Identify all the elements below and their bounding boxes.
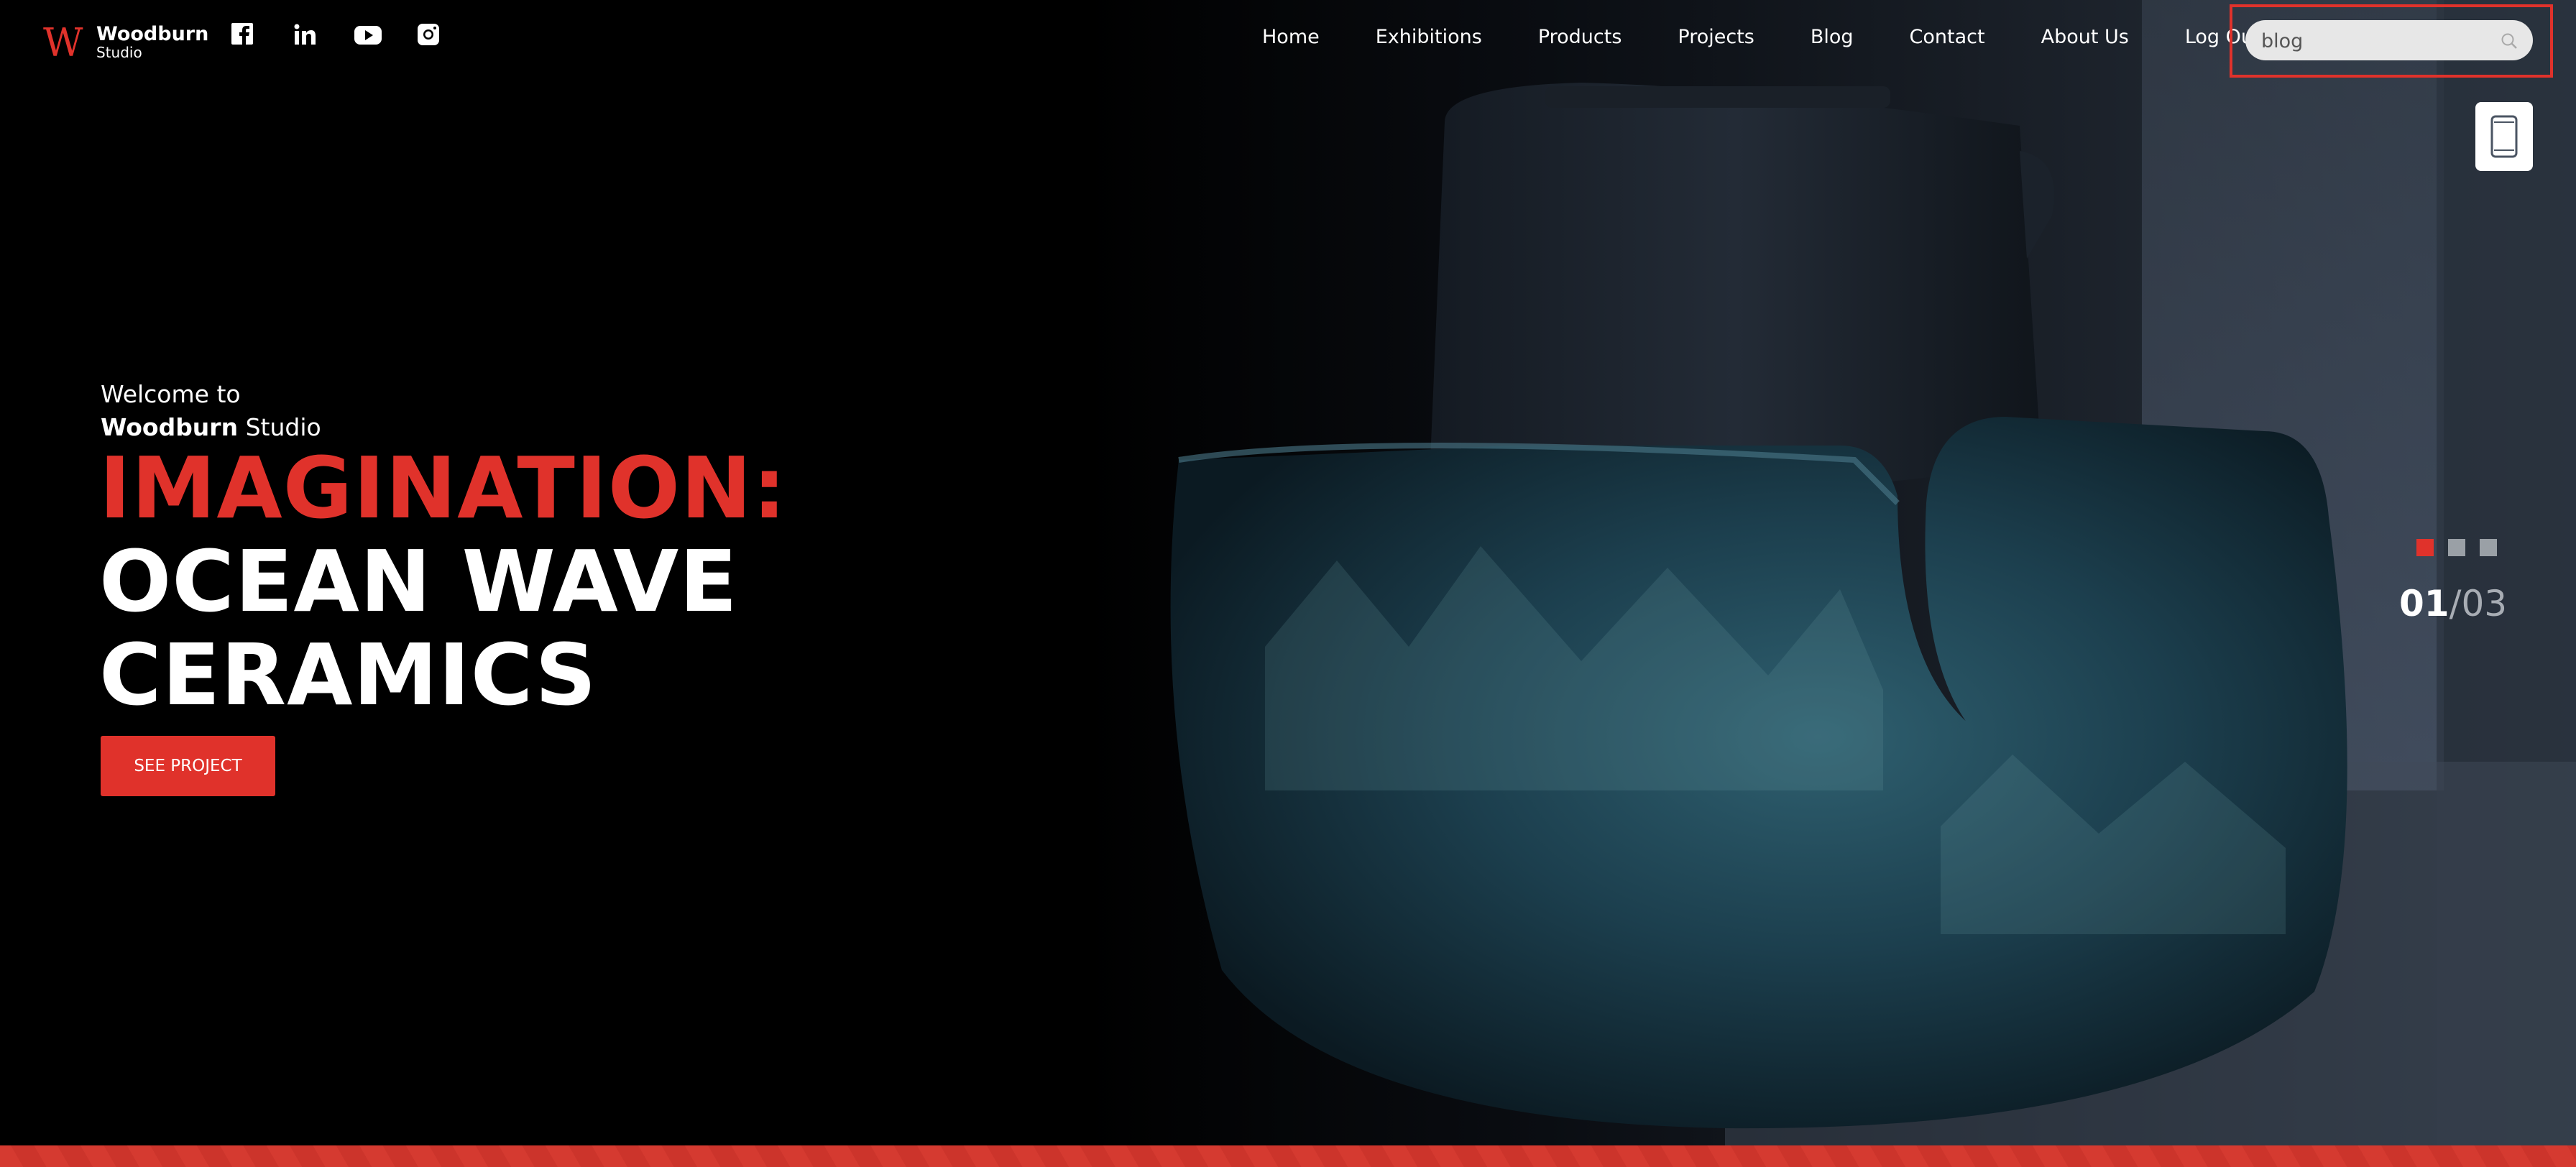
- headline-line-1: IMAGINATION:: [99, 438, 787, 538]
- search-input[interactable]: [2260, 20, 2493, 62]
- brand-logo[interactable]: W Woodburn Studio: [42, 22, 208, 62]
- mobile-view-button[interactable]: [2475, 102, 2533, 171]
- studio-name-bold: Woodburn: [101, 413, 239, 441]
- main-nav: Home Exhibitions Products Projects Blog …: [1262, 26, 2261, 48]
- linkedin-icon[interactable]: [292, 22, 318, 47]
- instagram-icon[interactable]: [415, 22, 441, 47]
- slider-dot-1[interactable]: [2416, 539, 2434, 556]
- nav-about-us[interactable]: About Us: [2041, 26, 2129, 48]
- bottom-band: [0, 1145, 2576, 1167]
- nav-contact[interactable]: Contact: [1910, 26, 1985, 48]
- slide-counter: 01/03: [2399, 581, 2507, 627]
- slide-total: 03: [2461, 583, 2508, 624]
- headline-line-3: CERAMICS: [99, 625, 597, 724]
- logo-mark-icon: W: [43, 22, 83, 62]
- svg-text:W: W: [43, 22, 83, 62]
- tablet-icon: [2490, 115, 2518, 158]
- search-box[interactable]: [2245, 20, 2533, 62]
- slider-dot-2[interactable]: [2448, 539, 2465, 556]
- welcome-text: Welcome to: [101, 380, 241, 408]
- slider-dots: [2416, 539, 2497, 556]
- hero-headline: IMAGINATION: OCEAN WAVE CERAMICS: [99, 441, 787, 721]
- slide-current: 01: [2399, 583, 2450, 624]
- nav-home[interactable]: Home: [1262, 26, 1320, 48]
- search-icon[interactable]: [2500, 32, 2518, 50]
- headline-line-2: OCEAN WAVE: [99, 532, 738, 631]
- youtube-icon[interactable]: [354, 22, 382, 47]
- facebook-icon[interactable]: [230, 22, 256, 47]
- nav-exhibitions[interactable]: Exhibitions: [1376, 26, 1482, 48]
- nav-projects[interactable]: Projects: [1678, 26, 1754, 48]
- see-project-button[interactable]: SEE PROJECT: [101, 736, 275, 796]
- hero-welcome: Welcome to Woodburn Studio: [101, 378, 321, 444]
- slide-separator: /: [2449, 583, 2462, 624]
- social-links: [230, 22, 441, 47]
- brand-subtitle: Studio: [96, 44, 142, 61]
- studio-name-rest: Studio: [245, 413, 321, 441]
- slider-dot-3[interactable]: [2480, 539, 2497, 556]
- nav-blog[interactable]: Blog: [1811, 26, 1854, 48]
- brand-name: Woodburn: [96, 23, 209, 45]
- nav-products[interactable]: Products: [1538, 26, 1622, 48]
